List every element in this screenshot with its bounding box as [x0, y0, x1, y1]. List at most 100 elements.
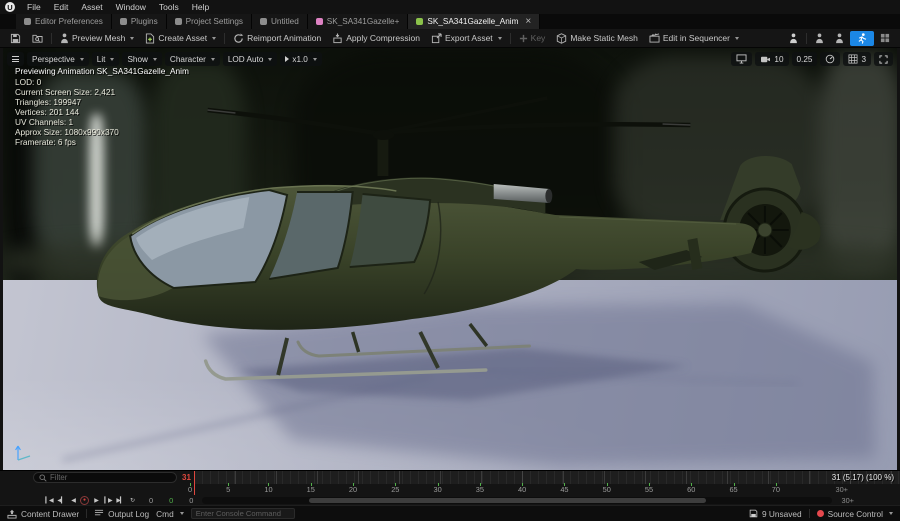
tab-skeletal-mesh[interactable]: SK_SA341Gazelle+ — [308, 14, 409, 29]
hamburger-icon — [12, 56, 19, 62]
create-asset-button[interactable]: Create Asset — [140, 29, 221, 48]
cmd-dropdown[interactable]: Cmd — [156, 509, 184, 519]
character-icon — [789, 33, 798, 44]
close-tab-icon[interactable]: × — [525, 17, 531, 27]
edit-in-sequencer-button[interactable]: Edit in Sequencer — [644, 29, 744, 48]
separator — [86, 509, 87, 518]
chip-label: Lit — [97, 55, 106, 64]
character-a-button[interactable] — [810, 29, 829, 48]
frame-label: 15 — [307, 485, 315, 494]
menu-window[interactable]: Window — [110, 0, 152, 14]
tab-label: Untitled — [271, 17, 299, 26]
grid-snap-button[interactable]: 3 — [843, 52, 871, 66]
framerate-stat: Framerate: 6 fps — [15, 137, 189, 147]
frame-numbers-row: 0 5 10 15 20 25 30 35 40 45 50 55 60 65 … — [188, 485, 780, 494]
button-label: Apply Compression — [346, 33, 420, 43]
tab-label: SK_SA341Gazelle_Anim — [427, 17, 518, 26]
preview-character-button[interactable] — [784, 29, 803, 48]
frame-label: 70 — [772, 485, 780, 494]
unsaved-button[interactable]: 9 Unsaved — [749, 509, 802, 519]
tab-project-settings[interactable]: Project Settings — [167, 14, 252, 29]
reimport-animation-button[interactable]: Reimport Animation — [228, 29, 326, 48]
playback-speed-dropdown[interactable]: x1.0 — [280, 52, 321, 66]
console-input[interactable] — [196, 509, 290, 518]
maximize-viewport-button[interactable] — [874, 52, 893, 66]
viewport-3d[interactable]: Perspective Lit Show Character LOD Auto … — [3, 48, 897, 470]
gear-icon — [175, 18, 182, 25]
make-static-mesh-button[interactable]: Make Static Mesh — [551, 29, 643, 48]
show-dropdown[interactable]: Show — [122, 52, 161, 66]
source-control-status-icon — [817, 510, 824, 517]
chip-label: Character — [170, 55, 206, 64]
character-dropdown[interactable]: Character — [165, 52, 220, 66]
unreal-logo-icon[interactable]: U — [5, 2, 15, 12]
character-icon — [835, 33, 844, 44]
frame-label: 25 — [391, 485, 399, 494]
tab-editor-preferences[interactable]: Editor Preferences — [16, 14, 112, 29]
apply-compression-button[interactable]: Apply Compression — [327, 29, 425, 48]
tab-label: Project Settings — [186, 17, 243, 26]
content-drawer-button[interactable]: Content Drawer — [7, 509, 79, 519]
play-reverse-button[interactable]: ◀ — [68, 495, 78, 505]
go-to-end-button[interactable]: ▶▎ — [115, 495, 125, 505]
step-backward-button[interactable]: ◀▎ — [56, 495, 66, 505]
triangles-stat: Triangles: 199947 — [15, 97, 189, 107]
viewport-options-button[interactable] — [7, 52, 24, 66]
camera-speed-button[interactable]: 10 — [755, 52, 788, 66]
timeline-ruler-row: 31 31 (5.17) (100 %) — [0, 471, 900, 484]
menubar: U File Edit Asset Window Tools Help — [0, 0, 900, 14]
realtime-button[interactable] — [731, 52, 752, 66]
speed-scalar-button[interactable]: 0.25 — [792, 52, 818, 66]
browse-button[interactable] — [27, 29, 48, 48]
animation-timeline: 31 31 (5.17) (100 %) 0 5 10 15 20 25 30 … — [0, 470, 900, 505]
screen-percentage-button[interactable] — [820, 52, 840, 66]
time-ruler[interactable]: 31 (5.17) (100 %) — [194, 471, 900, 484]
layout-button[interactable] — [875, 29, 895, 48]
output-log-icon — [94, 509, 104, 518]
loop-button[interactable]: ↻ — [127, 495, 137, 505]
go-to-front-button[interactable]: ▎◀ — [44, 495, 54, 505]
output-log-button[interactable]: Output Log — [94, 509, 149, 519]
play-button[interactable]: ▶ — [91, 495, 101, 505]
step-forward-button[interactable]: ▎▶ — [103, 495, 113, 505]
curve-value: 0 — [169, 496, 173, 505]
reimport-icon — [233, 33, 244, 44]
menu-asset[interactable]: Asset — [75, 0, 108, 14]
scrollbar-thumb[interactable] — [309, 498, 706, 503]
animation-mode-button[interactable] — [850, 31, 874, 46]
preview-mesh-icon — [60, 33, 69, 44]
timeline-filter[interactable] — [33, 472, 177, 483]
playhead[interactable] — [194, 471, 195, 495]
export-asset-button[interactable]: Export Asset — [426, 29, 507, 48]
play-icon — [285, 56, 289, 62]
save-button[interactable] — [5, 29, 26, 48]
record-button[interactable]: ● — [80, 496, 89, 505]
source-control-button[interactable]: Source Control — [817, 509, 893, 519]
curve-values: 0 0 0 — [149, 496, 193, 505]
character-b-button[interactable] — [830, 29, 849, 48]
menu-tools[interactable]: Tools — [153, 0, 185, 14]
curve-value: 0 — [189, 496, 193, 505]
tab-animation-active[interactable]: SK_SA341Gazelle_Anim × — [408, 14, 540, 29]
menu-edit[interactable]: Edit — [48, 0, 75, 14]
speed-scalar-value: 0.25 — [797, 55, 813, 64]
tab-untitled-level[interactable]: Untitled — [252, 14, 308, 29]
menu-help[interactable]: Help — [186, 0, 215, 14]
filter-input[interactable] — [50, 473, 171, 482]
perspective-dropdown[interactable]: Perspective — [27, 52, 89, 66]
lod-stat: LOD: 0 — [15, 77, 189, 87]
frame-label: 20 — [349, 485, 357, 494]
camera-icon — [760, 55, 771, 64]
lod-dropdown[interactable]: LOD Auto — [223, 52, 278, 66]
frame-label: 60 — [687, 485, 695, 494]
preview-mesh-button[interactable]: Preview Mesh — [55, 29, 139, 48]
frame-label: 10 — [264, 485, 272, 494]
console-command-field[interactable] — [191, 508, 295, 519]
timeline-scrollbar[interactable] — [202, 497, 832, 504]
add-key-icon — [519, 34, 528, 43]
tab-plugins[interactable]: Plugins — [112, 14, 167, 29]
frame-label: 30 — [433, 485, 441, 494]
view-mode-dropdown[interactable]: Lit — [92, 52, 120, 66]
button-label: Output Log — [108, 509, 149, 519]
menu-file[interactable]: File — [21, 0, 47, 14]
